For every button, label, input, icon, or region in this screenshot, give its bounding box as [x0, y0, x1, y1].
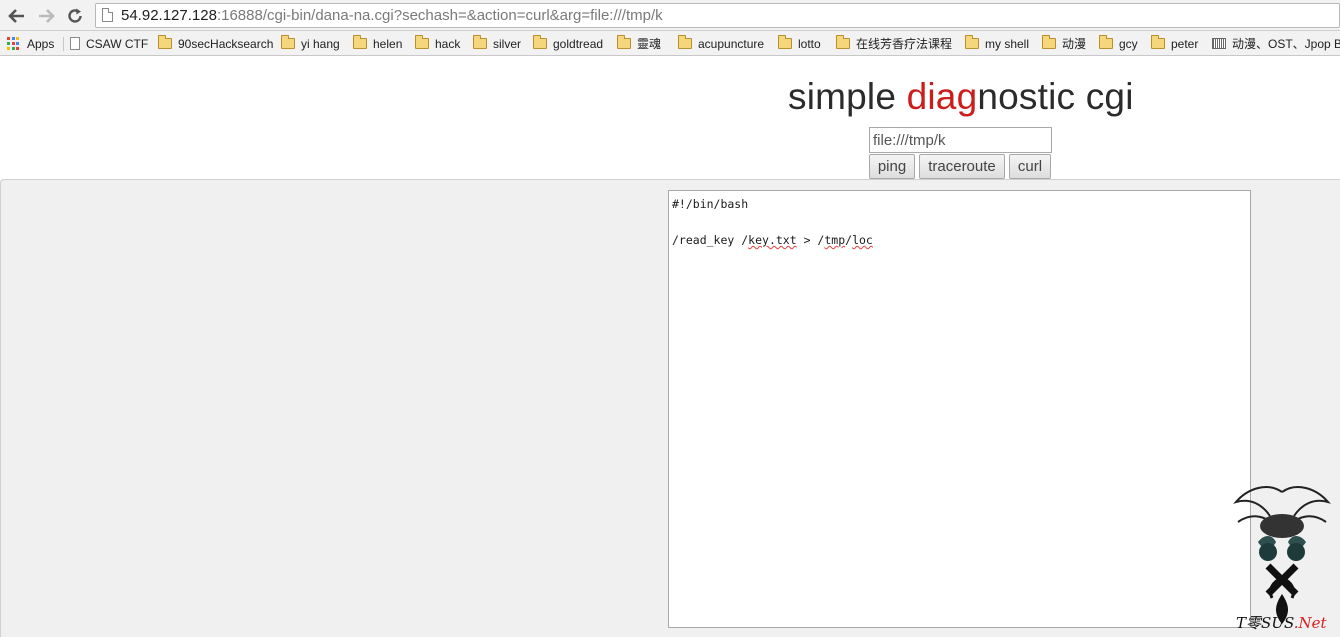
- bookmark-acupuncture[interactable]: acupuncture: [678, 35, 764, 52]
- title-part-diag: diag: [906, 76, 978, 117]
- folder-icon: [778, 35, 792, 49]
- watermark-char: S: [1261, 614, 1272, 632]
- page-title: simple diagnostic cgi: [788, 76, 1134, 118]
- output-token-spellcheck: key.txt: [748, 233, 797, 247]
- bookmark-label: 90secHacksearch: [178, 36, 274, 51]
- folder-icon: [473, 35, 487, 49]
- bookmark-anime[interactable]: 动漫: [1042, 35, 1086, 52]
- folder-icon: [533, 35, 547, 49]
- arg-input[interactable]: [869, 127, 1052, 153]
- folder-icon: [836, 35, 850, 49]
- page-icon: [70, 37, 80, 50]
- folder-icon: [1099, 35, 1113, 49]
- bookmark-label: silver: [493, 36, 522, 51]
- output-line-shebang: #!/bin/bash: [672, 197, 749, 211]
- bookmark-label: acupuncture: [698, 36, 765, 51]
- bookmark-label: CSAW CTF: [86, 36, 149, 51]
- bookmark-label: helen: [373, 36, 403, 51]
- traceroute-button[interactable]: traceroute: [919, 154, 1005, 179]
- bookmark-90sechacksearch[interactable]: 90secHacksearch: [158, 35, 273, 52]
- output-textarea[interactable]: #!/bin/bash /read_key /key.txt > /tmp/lo…: [668, 190, 1251, 628]
- bookmark-yi-hang[interactable]: yi hang: [281, 35, 340, 52]
- bookmark-label: hack: [435, 36, 461, 51]
- output-token: > /: [796, 233, 825, 247]
- bookmark-label: goldtread: [553, 36, 604, 51]
- bookmark-my-shell[interactable]: my shell: [965, 35, 1029, 52]
- bookmark-aromatherapy[interactable]: 在线芳香疗法课程: [836, 35, 952, 52]
- title-part-nostic-cgi: nostic cgi: [977, 76, 1134, 117]
- browser-toolbar: 54.92.127.128:16888/cgi-bin/dana-na.cgi?…: [0, 0, 1340, 31]
- bookmark-label: 靈魂: [637, 37, 662, 51]
- folder-icon: [415, 35, 429, 49]
- title-part-simple: simple: [788, 76, 907, 117]
- bookmark-csaw-ctf[interactable]: CSAW CTF: [70, 35, 148, 52]
- bookmark-goldtread[interactable]: goldtread: [533, 35, 603, 52]
- pattern-favicon-icon: [1212, 38, 1226, 49]
- bookmark-label: 在线芳香疗法课程: [856, 37, 953, 51]
- url-host: 54.92.127.128: [121, 7, 217, 24]
- watermark-text: T零SUS.Net: [1236, 612, 1327, 633]
- bookmark-gcy[interactable]: gcy: [1099, 35, 1138, 52]
- url-text: 54.92.127.128:16888/cgi-bin/dana-na.cgi?…: [121, 7, 663, 25]
- forward-arrow-icon[interactable]: [34, 4, 58, 28]
- folder-icon: [158, 35, 172, 49]
- bookmark-helen[interactable]: helen: [353, 35, 402, 52]
- bookmark-hack[interactable]: hack: [415, 35, 460, 52]
- bookmark-label: lotto: [798, 36, 821, 51]
- folder-icon: [1151, 35, 1165, 49]
- bookmark-label: 动漫、OST、Jpop B...: [1232, 37, 1340, 51]
- folder-icon: [1042, 35, 1056, 49]
- bookmark-label: peter: [1171, 36, 1199, 51]
- folder-icon: [617, 35, 631, 49]
- watermark-char: 零: [1246, 614, 1262, 632]
- bookmark-soul[interactable]: 靈魂: [617, 35, 661, 52]
- folder-icon: [965, 35, 979, 49]
- folder-icon: [353, 35, 367, 49]
- address-bar[interactable]: 54.92.127.128:16888/cgi-bin/dana-na.cgi?…: [95, 3, 1340, 28]
- bookmark-label: yi hang: [301, 36, 340, 51]
- bookmark-anime-ost[interactable]: 动漫、OST、Jpop B...: [1212, 35, 1340, 52]
- bookmark-label: Apps: [27, 36, 55, 51]
- ping-button[interactable]: ping: [869, 154, 915, 179]
- watermark-char: T: [1236, 614, 1247, 632]
- bookmark-lotto[interactable]: lotto: [778, 35, 821, 52]
- url-path: :16888/cgi-bin/dana-na.cgi?sechash=&acti…: [216, 7, 663, 24]
- folder-icon: [281, 35, 295, 49]
- watermark-char: US: [1271, 614, 1294, 632]
- bookmarks-bar: Apps CSAW CTF 90secHacksearch yi hang he…: [0, 31, 1340, 56]
- folder-icon: [678, 35, 692, 49]
- output-line-command: /read_key /key.txt > /tmp/loc: [672, 233, 873, 247]
- apps-grid-icon: [7, 37, 20, 50]
- output-token-spellcheck: tmp: [824, 233, 846, 247]
- bookmark-apps[interactable]: Apps: [7, 35, 54, 52]
- page-icon: [102, 8, 113, 22]
- bookmark-label: gcy: [1119, 36, 1138, 51]
- tribal-dragon-watermark-icon: [1233, 486, 1331, 624]
- reload-icon[interactable]: [63, 4, 87, 28]
- curl-button[interactable]: curl: [1009, 154, 1051, 179]
- back-arrow-icon[interactable]: [5, 4, 29, 28]
- bookmark-label: my shell: [985, 36, 1030, 51]
- bookmark-silver[interactable]: silver: [473, 35, 521, 52]
- bookmark-label: 动漫: [1062, 37, 1087, 51]
- output-token-spellcheck: loc: [852, 233, 873, 247]
- bookmark-separator: [63, 37, 64, 51]
- bookmark-peter[interactable]: peter: [1151, 35, 1198, 52]
- output-token: /read_key /: [672, 233, 749, 247]
- watermark-suffix: .Net: [1293, 614, 1327, 632]
